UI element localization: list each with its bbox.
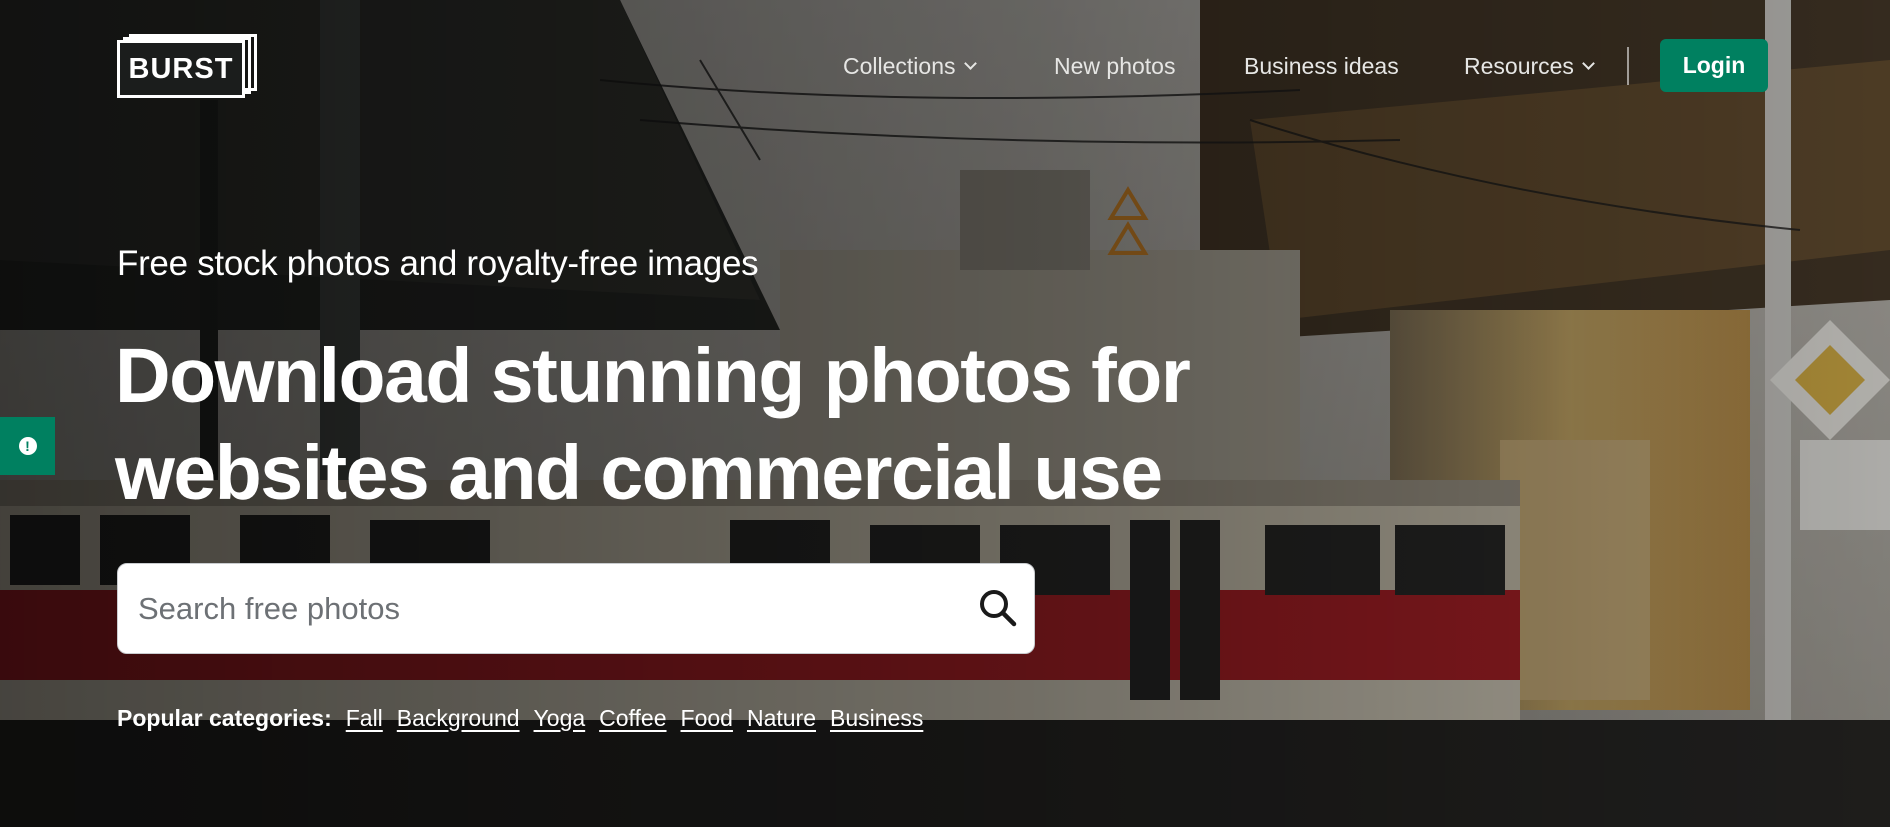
category-link-fall[interactable]: Fall [346, 705, 383, 732]
category-link-yoga[interactable]: Yoga [534, 705, 586, 732]
popular-categories: Popular categories: Fall Background Yoga… [117, 701, 937, 735]
category-link-nature[interactable]: Nature [747, 705, 816, 732]
logo-text: BURST [128, 52, 234, 85]
nav-item-label: New photos [1054, 52, 1176, 79]
nav-item-label: Resources [1464, 52, 1574, 79]
nav-item-label: Collections [843, 52, 956, 79]
nav-item-collections[interactable]: Collections [843, 38, 977, 94]
feedback-tab[interactable]: ! [0, 417, 55, 475]
site-header: BURST Collections New photos Business id… [0, 0, 1890, 120]
nav-divider [1627, 47, 1629, 85]
logo-stack-front: BURST [117, 40, 245, 98]
search-input[interactable] [118, 564, 958, 653]
category-link-coffee[interactable]: Coffee [599, 705, 666, 732]
hero-headline-line-1: Download stunning photos for [115, 333, 1191, 419]
nav-item-new-photos[interactable]: New photos [1054, 38, 1175, 94]
hero-headline-line-2: websites and commercial use [115, 430, 1163, 516]
category-link-background[interactable]: Background [397, 705, 520, 732]
category-link-food[interactable]: Food [681, 705, 733, 732]
nav-item-business-ideas[interactable]: Business ideas [1244, 38, 1399, 94]
search-box [117, 563, 1035, 654]
category-link-business[interactable]: Business [830, 705, 923, 732]
burst-logo[interactable]: BURST [117, 34, 257, 98]
hero-headline: Download stunning photos for websites an… [115, 328, 1315, 522]
chevron-down-icon [1582, 57, 1595, 70]
popular-categories-label: Popular categories: [117, 704, 332, 731]
hero-subtitle: Free stock photos and royalty-free image… [117, 244, 759, 283]
hero-section: BURST Collections New photos Business id… [0, 0, 1890, 827]
exclamation-icon: ! [18, 437, 37, 455]
nav-item-resources[interactable]: Resources [1464, 38, 1595, 94]
chevron-down-icon [963, 57, 977, 70]
nav-item-label: Business ideas [1244, 52, 1399, 79]
search-icon[interactable] [976, 586, 1020, 630]
login-button[interactable]: Login [1660, 39, 1768, 92]
